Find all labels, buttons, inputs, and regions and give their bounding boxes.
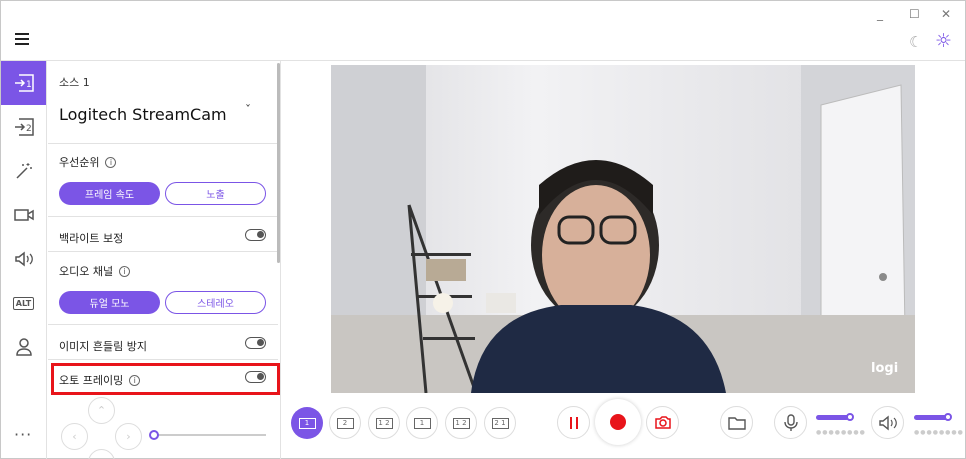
settings-panel: 소스 1 Logitech StreamCam ˇ 우선순위 i 프레임 속도 노… <box>48 61 281 459</box>
speaker-level-meter: ●●●●●●●● <box>914 429 964 436</box>
chevron-down-icon[interactable]: ˇ <box>245 103 251 117</box>
layout-split-button[interactable]: 1 2 <box>445 407 477 439</box>
info-icon[interactable]: i <box>105 157 117 168</box>
mic-volume-slider[interactable] <box>816 415 849 420</box>
source-label: 소스 1 <box>59 76 90 89</box>
svg-text:2: 2 <box>26 124 32 134</box>
maximize-button[interactable]: ☐ <box>909 7 920 21</box>
layout-source-2-button[interactable]: 2 <box>329 407 361 439</box>
backlight-label: 백라이트 보정 <box>59 232 124 245</box>
stabilization-label: 이미지 흔들림 방지 <box>59 340 147 353</box>
pause-button[interactable] <box>557 406 590 439</box>
divider <box>48 143 278 144</box>
menu-icon[interactable] <box>15 33 29 45</box>
microphone-button[interactable] <box>774 406 807 439</box>
audio-channel-label: 오디오 채널 i <box>59 263 131 279</box>
layout-single-button[interactable]: 1 <box>291 407 323 439</box>
divider <box>48 324 278 325</box>
effects-icon[interactable] <box>1 149 46 193</box>
divider <box>48 216 278 217</box>
layout-pip-2-button[interactable]: 1 <box>406 407 438 439</box>
logitech-watermark: logi <box>871 361 899 376</box>
audio-icon[interactable] <box>1 237 46 281</box>
source-2-icon[interactable]: 2 <box>1 105 46 149</box>
source-1-icon[interactable]: 1 <box>1 61 46 105</box>
pan-down-button[interactable]: ⌄ <box>88 449 115 459</box>
account-icon[interactable] <box>1 325 46 369</box>
alt-icon[interactable]: ALT <box>1 281 46 325</box>
mic-volume-handle[interactable] <box>846 413 854 421</box>
pan-left-button[interactable]: ‹ <box>61 423 88 450</box>
record-button[interactable] <box>595 399 641 445</box>
source-select[interactable]: Logitech StreamCam <box>59 105 227 124</box>
divider <box>48 359 278 360</box>
record-icon <box>610 414 626 430</box>
speaker-volume-handle[interactable] <box>944 413 952 421</box>
app-window: _ ☐ ✕ ☾ ☼ 1 2 ALT ··· 소스 1 Logitech Stre… <box>0 0 966 459</box>
close-button[interactable]: ✕ <box>941 7 951 21</box>
svg-text:1: 1 <box>26 80 32 90</box>
snapshot-button[interactable] <box>646 406 679 439</box>
webcam-scene-image <box>331 65 915 393</box>
divider <box>48 251 278 252</box>
layout-split-reverse-button[interactable]: 2 1 <box>484 407 516 439</box>
stabilization-toggle[interactable] <box>245 337 266 349</box>
zoom-slider-handle[interactable] <box>149 430 159 440</box>
camera-icon[interactable] <box>1 193 46 237</box>
info-icon[interactable]: i <box>119 266 131 277</box>
priority-exposure-button[interactable]: 노출 <box>165 182 266 205</box>
dark-mode-icon[interactable]: ☾ <box>909 33 922 51</box>
pan-up-button[interactable]: ⌃ <box>88 397 115 424</box>
more-icon[interactable]: ··· <box>14 425 32 444</box>
sidebar-rail: 1 2 ALT ··· <box>1 61 47 459</box>
priority-label: 우선순위 i <box>59 154 117 170</box>
highlight-box <box>51 363 280 395</box>
priority-framerate-button[interactable]: 프레임 속도 <box>59 182 160 205</box>
backlight-toggle[interactable] <box>245 229 266 241</box>
top-bar: ☾ ☼ <box>1 23 965 61</box>
panel-scrollbar[interactable] <box>277 63 280 263</box>
audio-dual-mono-button[interactable]: 듀얼 모노 <box>59 291 160 314</box>
speaker-button[interactable] <box>871 406 904 439</box>
layout-pip-1-button[interactable]: 1 2 <box>368 407 400 439</box>
zoom-slider-track[interactable] <box>153 434 266 436</box>
audio-stereo-button[interactable]: 스테레오 <box>165 291 266 314</box>
mic-level-meter: ●●●●●●●● <box>816 429 866 436</box>
folder-button[interactable] <box>720 406 753 439</box>
light-mode-icon[interactable]: ☼ <box>935 30 952 52</box>
minimize-button[interactable]: _ <box>877 7 883 21</box>
camera-preview: logi <box>331 65 915 393</box>
pan-right-button[interactable]: › <box>115 423 142 450</box>
